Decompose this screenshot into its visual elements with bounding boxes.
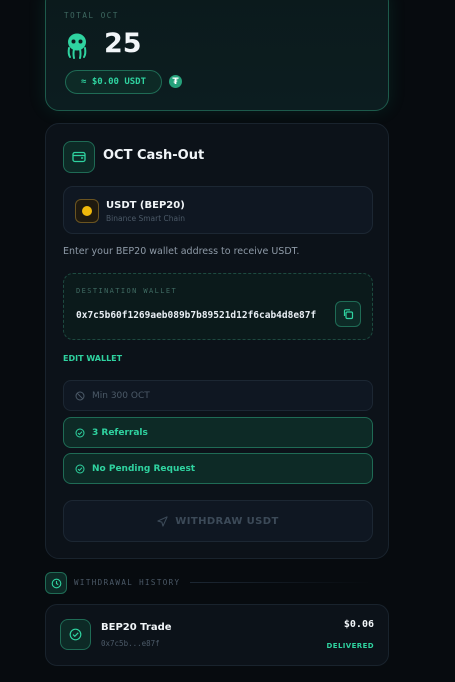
coin-chain: Binance Smart Chain — [106, 214, 185, 223]
requirement-min-oct: Min 300 OCT — [63, 380, 373, 411]
cashout-title: OCT Cash-Out — [103, 148, 205, 163]
requirement-no-pending: No Pending Request — [63, 453, 373, 484]
history-item-name: BEP20 Trade — [101, 622, 172, 633]
history-item-amount: $0.06 — [343, 619, 374, 630]
withdraw-usdt-label: WITHDRAW USDT — [175, 515, 279, 527]
octopus-icon — [67, 33, 87, 59]
copy-address-button[interactable] — [335, 301, 361, 327]
requirement-pending-label: No Pending Request — [92, 463, 196, 474]
bnb-coin-icon — [75, 199, 99, 223]
check-circle-icon — [75, 464, 85, 473]
total-oct-value: 25 — [104, 28, 142, 59]
withdraw-usdt-button[interactable]: WITHDRAW USDT — [63, 500, 373, 542]
history-divider — [190, 582, 370, 583]
destination-wallet-label: DESTINATION WALLET — [76, 287, 178, 295]
edit-wallet-link[interactable]: EDIT WALLET — [63, 354, 122, 363]
blocked-icon — [75, 391, 85, 400]
wallet-icon — [63, 141, 95, 173]
wallet-address: 0x7c5b60f1269aeb089b7b89521d12f6cab4d8e8… — [76, 310, 317, 321]
check-circle-icon — [75, 428, 85, 437]
destination-wallet-box: DESTINATION WALLET 0x7c5b60f1269aeb089b7… — [63, 273, 373, 340]
history-item-address: 0x7c5b...e87f — [101, 639, 160, 648]
total-oct-label: TOTAL OCT — [64, 11, 120, 20]
send-icon — [157, 515, 168, 527]
tether-icon: ₮ — [169, 75, 182, 88]
withdrawal-history-title: WITHDRAWAL HISTORY — [74, 578, 181, 587]
clock-icon — [45, 572, 67, 594]
coin-name: USDT (BEP20) — [106, 200, 185, 211]
requirement-referrals-label: 3 Referrals — [92, 427, 148, 438]
copy-icon — [343, 309, 354, 320]
requirement-referrals: 3 Referrals — [63, 417, 373, 448]
wallet-instructions: Enter your BEP20 wallet address to recei… — [63, 246, 300, 257]
history-item-status: DELIVERED — [326, 642, 374, 650]
total-oct-card: TOTAL OCT 25 ≈ $0.00 USDT ₮ — [45, 0, 389, 111]
usdt-equivalent-badge: ≈ $0.00 USDT — [65, 70, 162, 94]
coin-selector[interactable]: USDT (BEP20) Binance Smart Chain — [63, 186, 373, 234]
cashout-card: OCT Cash-Out USDT (BEP20) Binance Smart … — [45, 123, 389, 559]
check-circle-icon — [60, 619, 91, 650]
history-item[interactable]: BEP20 Trade 0x7c5b...e87f $0.06 DELIVERE… — [45, 604, 389, 666]
requirement-min-label: Min 300 OCT — [92, 390, 150, 401]
